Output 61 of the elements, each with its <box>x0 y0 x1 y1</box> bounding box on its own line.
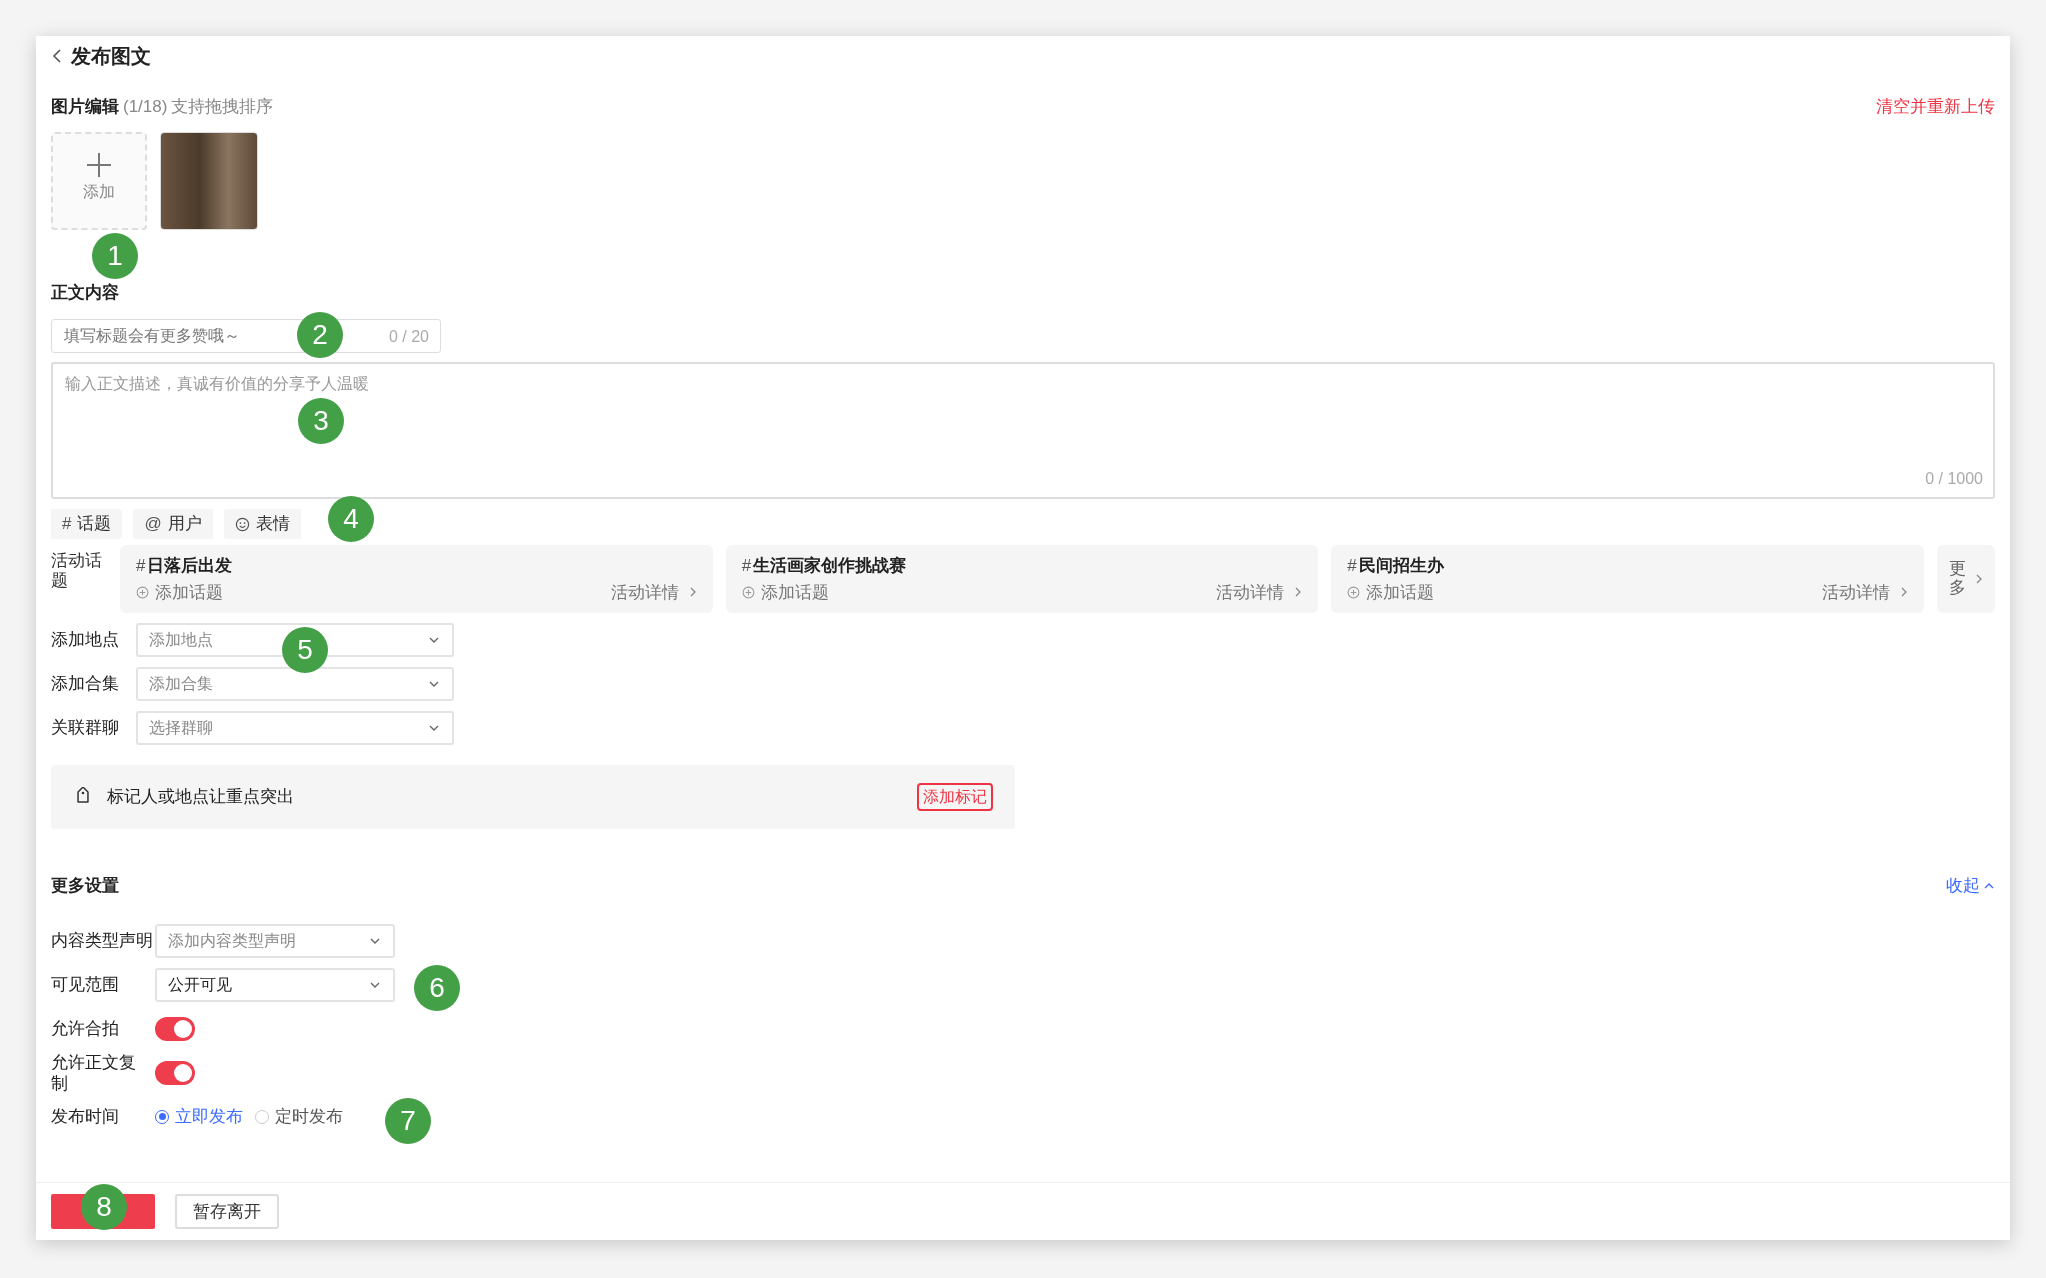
radio-option[interactable]: 立即发布 <box>155 1103 243 1130</box>
topic-name: 日落后出发 <box>147 555 233 577</box>
plus-icon <box>86 151 112 178</box>
field-label: 可见范围 <box>51 974 120 995</box>
field-label: 活动话题 <box>51 550 103 592</box>
add-image-button[interactable]: 添加 <box>51 131 147 230</box>
more-topics-button[interactable]: 更多 <box>1937 545 1995 613</box>
add-topic-link[interactable]: 添加话题 <box>155 579 223 605</box>
chevron-right-icon <box>1975 573 1983 585</box>
dropdown-field[interactable]: 添加内容类型声明 <box>155 923 395 958</box>
plus-circle-icon <box>1347 585 1361 599</box>
insert-emoji-button[interactable]: 表情 <box>223 509 301 539</box>
section-title: 更多设置 <box>51 875 119 897</box>
topic-card[interactable]: #生活画家创作挑战赛 添加话题 活动详情 <box>725 545 1319 613</box>
topic-name: 生活画家创作挑战赛 <box>753 555 907 577</box>
add-tag-button[interactable]: 添加标记 <box>917 783 993 811</box>
add-topic-link[interactable]: 添加话题 <box>1366 579 1435 605</box>
save-draft-button[interactable]: 暂存离开 <box>175 1194 279 1229</box>
hash-sign: # <box>1347 555 1357 577</box>
dropdown-field[interactable]: 添加合集 <box>136 667 454 701</box>
activity-details-link[interactable]: 活动详情 <box>1216 579 1303 605</box>
hash-sign: # <box>136 555 146 577</box>
hash-sign: # <box>741 555 752 577</box>
field-label: 发布时间 <box>51 1106 120 1127</box>
insert-tag-button[interactable]: # 话题 <box>51 509 123 539</box>
field-label: 允许合拍 <box>51 1018 120 1039</box>
section-title: 图片编辑 <box>51 96 119 118</box>
field-label: 允许正文复制 <box>51 1051 137 1094</box>
chevron-right-icon <box>1900 586 1908 599</box>
add-topic-link[interactable]: 添加话题 <box>760 579 829 605</box>
collapse-link[interactable]: 收起 <box>1946 873 1995 899</box>
topic-name: 民间招生办 <box>1358 555 1444 577</box>
plus-circle-icon <box>741 585 755 599</box>
insert-tag-button[interactable]: @ 用户 <box>133 509 213 539</box>
back-icon <box>51 48 63 64</box>
field-label: 关联群聊 <box>51 717 120 740</box>
smiley-icon <box>234 516 250 532</box>
clear-reupload-link[interactable]: 清空并重新上传 <box>1876 94 1995 120</box>
char-counter: 0 / 1000 <box>1925 469 1983 489</box>
plus-circle-icon <box>136 585 149 599</box>
chevron-right-icon <box>1294 586 1303 599</box>
field-label: 内容类型声明 <box>51 930 154 951</box>
toggle-switch[interactable] <box>155 1060 195 1085</box>
dropdown-field[interactable]: 选择群聊 <box>136 711 454 745</box>
field-label: 添加地点 <box>51 629 120 652</box>
chevron-right-icon <box>688 586 697 599</box>
hint-text: 支持拖拽排序 <box>171 96 274 118</box>
topic-card[interactable]: #民间招生办 添加话题 活动详情 <box>1331 545 1924 613</box>
char-counter: 0 / 20 <box>388 327 429 347</box>
radio-option[interactable]: 定时发布 <box>255 1103 343 1130</box>
activity-details-link[interactable]: 活动详情 <box>1822 579 1908 605</box>
topic-card[interactable]: #日落后出发 添加话题 活动详情 <box>120 545 713 613</box>
image-count: (1/18) <box>123 96 168 118</box>
add-label: 添加 <box>83 183 115 200</box>
field-label: 添加合集 <box>51 673 120 696</box>
page-title: 发布图文 <box>71 44 151 69</box>
section-title: 正文内容 <box>51 281 120 304</box>
activity-details-link[interactable]: 活动详情 <box>610 579 697 605</box>
toggle-switch[interactable] <box>155 1016 195 1041</box>
dropdown-field[interactable]: 公开可见 <box>155 967 395 1002</box>
hint-text: 标记人或地点让重点突出 <box>107 786 294 809</box>
